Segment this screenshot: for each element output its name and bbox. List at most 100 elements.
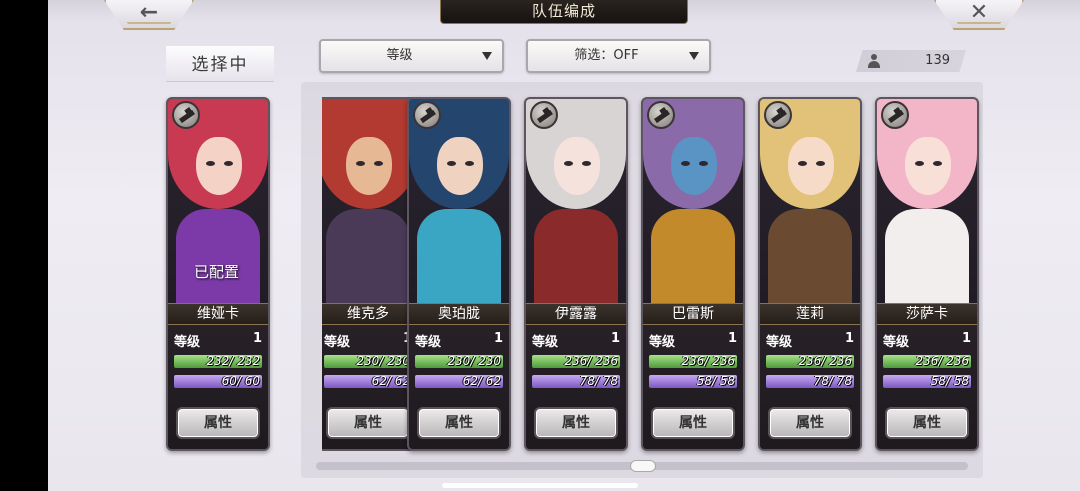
portrait-eye	[915, 161, 924, 166]
unit-stats: 等级 1 236/ 236 58/ 58 属性	[643, 325, 743, 449]
attributes-button[interactable]: 属性	[768, 407, 852, 439]
scrollbar-thumb[interactable]	[630, 460, 656, 472]
level-row: 等级 1	[766, 331, 854, 350]
attributes-button[interactable]: 属性	[885, 407, 969, 439]
filter-dropdown[interactable]: 筛选：OFF	[526, 39, 711, 73]
unit-name: 维克多	[322, 303, 418, 325]
hp-bar: 232/ 232	[174, 355, 262, 368]
unit-stats: 等级 1 236/ 236 78/ 78 属性	[760, 325, 860, 449]
unit-stats: 等级1 230/ 230 62/ 62 属性	[322, 325, 418, 449]
axe-weapon-icon	[413, 101, 441, 129]
portrait-eye	[465, 161, 474, 166]
unit-count-value: 139	[925, 53, 950, 68]
portrait-eye	[206, 161, 215, 166]
attributes-button[interactable]: 属性	[326, 407, 410, 439]
portrait-face	[788, 137, 834, 195]
portrait-eye	[699, 161, 708, 166]
axe-weapon-icon	[647, 101, 675, 129]
screen-title: 队伍编成	[440, 0, 688, 24]
sort-dropdown-label: 等级	[386, 48, 413, 63]
portrait-face	[196, 137, 242, 195]
portrait-face	[671, 137, 717, 195]
attributes-button[interactable]: 属性	[417, 407, 501, 439]
unit-name: 伊露露	[526, 303, 626, 325]
unit-card[interactable]: 莎萨卡 等级 1 236/ 236 58/ 58 属性	[875, 97, 979, 451]
level-value: 1	[610, 331, 620, 346]
selected-unit-card[interactable]: 已配置 维娅卡 等级 1 232/ 232 60/ 60 属性	[166, 97, 270, 451]
portrait-outfit	[651, 209, 735, 309]
portrait-eye	[582, 161, 591, 166]
unit-card[interactable]: 巴雷斯 等级 1 236/ 236 58/ 58 属性	[641, 97, 745, 451]
home-indicator	[442, 483, 638, 488]
level-label: 等级	[532, 335, 559, 350]
close-button[interactable]: ✕	[934, 0, 1024, 30]
game-screen: ← 队伍编成 ✕ 选择中 等级 筛选：OFF 139 已配置 维娅卡 等级 1 …	[0, 0, 1080, 491]
unit-portrait	[760, 99, 860, 309]
unit-card[interactable]: 维克多等级1 230/ 230 62/ 62 属性	[322, 97, 420, 451]
portrait-eye	[356, 161, 365, 166]
level-row: 等级1	[324, 331, 412, 350]
unit-portrait	[643, 99, 743, 309]
level-row: 等级1	[883, 331, 971, 350]
unit-name: 维娅卡	[168, 303, 268, 325]
attributes-button[interactable]: 属性	[176, 407, 260, 439]
axe-weapon-icon	[530, 101, 558, 129]
portrait-face	[346, 137, 392, 195]
unit-name: 莲莉	[760, 303, 860, 325]
attributes-button[interactable]: 属性	[534, 407, 618, 439]
assigned-status-label: 已配置	[194, 263, 240, 281]
portrait-eye	[224, 161, 233, 166]
unit-card[interactable]: 莲莉等级 1 236/ 236 78/ 78 属性	[758, 97, 862, 451]
portrait-eye	[564, 161, 573, 166]
level-label: 等级	[324, 335, 351, 350]
unit-stats: 等级 1 236/ 236 58/ 58 属性	[877, 325, 977, 449]
level-label: 等级	[883, 335, 910, 350]
level-label: 等级	[174, 335, 201, 350]
axe-weapon-icon	[881, 101, 909, 129]
unit-name: 莎萨卡	[877, 303, 977, 325]
portrait-outfit	[326, 209, 410, 309]
level-label: 等级	[649, 335, 676, 350]
back-arrow-icon: ←	[139, 0, 159, 25]
unit-card[interactable]: 伊露露 等级 1 236/ 236 78/ 78 属性	[524, 97, 628, 451]
chevron-down-icon	[482, 52, 492, 60]
unit-portrait	[877, 99, 977, 309]
axe-weapon-icon	[764, 101, 792, 129]
level-row: 等级 1	[174, 331, 262, 350]
hp-bar: 236/ 236	[649, 355, 737, 368]
mp-bar: 58/ 58	[649, 375, 737, 388]
unit-portrait	[409, 99, 509, 309]
back-button[interactable]: ←	[104, 0, 194, 30]
unit-portrait	[526, 99, 626, 309]
hp-bar: 230/ 230	[415, 355, 503, 368]
mp-bar: 62/ 62	[415, 375, 503, 388]
level-row: 等级1	[415, 331, 503, 350]
unit-card[interactable]: 奥珀胧 等级 1 230/ 230 62/ 62 属性	[407, 97, 511, 451]
chevron-down-icon	[689, 52, 699, 60]
hp-bar: 230/ 230	[324, 355, 412, 368]
level-value: 1	[727, 331, 737, 346]
team-formation-stage: ← 队伍编成 ✕ 选择中 等级 筛选：OFF 139 已配置 维娅卡 等级 1 …	[48, 0, 1080, 491]
unit-stats: 等级 1 236/ 236 78/ 78 属性	[526, 325, 626, 449]
level-row: 等级 1	[532, 331, 620, 350]
close-icon: ✕	[969, 0, 989, 25]
unit-count-badge: 139	[856, 50, 966, 72]
level-row: 等级 1	[649, 331, 737, 350]
portrait-eye	[447, 161, 456, 166]
attributes-button[interactable]: 属性	[651, 407, 735, 439]
portrait-outfit	[534, 209, 618, 309]
portrait-outfit	[417, 209, 501, 309]
portrait-outfit	[768, 209, 852, 309]
level-value: 1	[252, 331, 262, 346]
level-value: 1	[844, 331, 854, 346]
level-label: 等级	[766, 335, 793, 350]
mp-bar: 78/ 78	[766, 375, 854, 388]
mp-bar: 60/ 60	[174, 375, 262, 388]
sort-dropdown[interactable]: 等级	[319, 39, 504, 73]
unit-portrait	[322, 99, 418, 309]
portrait-outfit	[176, 209, 260, 309]
hp-bar: 236/ 236	[766, 355, 854, 368]
level-label: 等级	[415, 335, 442, 350]
portrait-face	[437, 137, 483, 195]
unit-stats: 等级 1 232/ 232 60/ 60 属性	[168, 325, 268, 449]
